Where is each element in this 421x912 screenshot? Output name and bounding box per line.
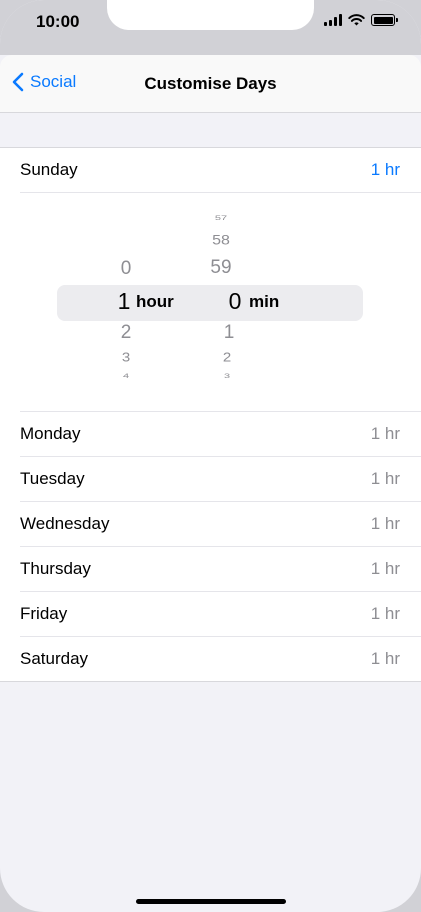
minute-option[interactable]: 2 <box>207 350 247 364</box>
notch <box>107 0 314 30</box>
day-row[interactable]: Saturday 1 hr <box>20 637 421 681</box>
day-value: 1 hr <box>370 160 400 179</box>
page-title: Customise Days <box>144 74 277 93</box>
day-label: Thursday <box>20 559 91 578</box>
day-value: 1 hr <box>370 559 400 578</box>
day-value: 1 hr <box>370 469 400 488</box>
day-label: Tuesday <box>20 469 85 488</box>
day-value: 1 hr <box>370 649 400 668</box>
day-row[interactable]: Friday 1 hr <box>20 592 421 637</box>
hour-option[interactable]: 4 <box>106 372 146 379</box>
day-row[interactable]: Monday 1 hr <box>20 412 421 457</box>
minute-unit-label: min <box>249 292 280 311</box>
hour-option[interactable]: 2 <box>106 322 146 344</box>
navigation-bar: Social Customise Days <box>0 55 421 113</box>
sunday-row[interactable]: Sunday 1 hr <box>20 148 421 193</box>
hour-unit-label: hour <box>136 292 174 311</box>
minute-option[interactable]: 1 <box>209 322 249 344</box>
day-row[interactable]: Tuesday 1 hr <box>20 457 421 502</box>
minute-option[interactable]: 3 <box>207 372 247 379</box>
status-bar: 10:00 <box>0 0 421 55</box>
status-icons <box>324 14 398 26</box>
day-row[interactable]: Thursday 1 hr <box>20 547 421 592</box>
day-value: 1 hr <box>370 514 400 533</box>
day-label: Monday <box>20 424 81 443</box>
day-label: Wednesday <box>20 514 110 533</box>
wifi-icon <box>348 14 365 26</box>
cellular-signal-icon <box>324 14 342 26</box>
day-value: 1 hr <box>370 604 400 623</box>
hour-option[interactable]: 3 <box>106 350 146 364</box>
day-row[interactable]: Wednesday 1 hr <box>20 502 421 547</box>
day-label: Friday <box>20 604 68 623</box>
time-picker[interactable]: 0 1 hour 2 3 4 57 58 59 0 min 1 2 3 <box>20 193 421 412</box>
sunday-group: Sunday 1 hr 0 1 hour 2 3 4 57 58 59 0 mi… <box>0 147 421 682</box>
screen: 10:00 Social Customise Days Sunday 1 hr … <box>0 0 421 912</box>
battery-icon <box>371 14 398 26</box>
day-label: Saturday <box>20 649 89 668</box>
minute-option[interactable]: 57 <box>201 214 241 221</box>
status-time: 10:00 <box>36 12 80 31</box>
home-indicator[interactable] <box>136 899 286 904</box>
day-label: Sunday <box>20 160 78 179</box>
minute-option[interactable]: 58 <box>201 233 241 248</box>
minute-option[interactable]: 59 <box>201 257 241 279</box>
picker-selection-band <box>57 285 363 321</box>
hour-option[interactable]: 0 <box>106 258 146 280</box>
day-value: 1 hr <box>370 424 400 443</box>
phone-frame: 10:00 Social Customise Days Sunday 1 hr … <box>0 0 421 912</box>
